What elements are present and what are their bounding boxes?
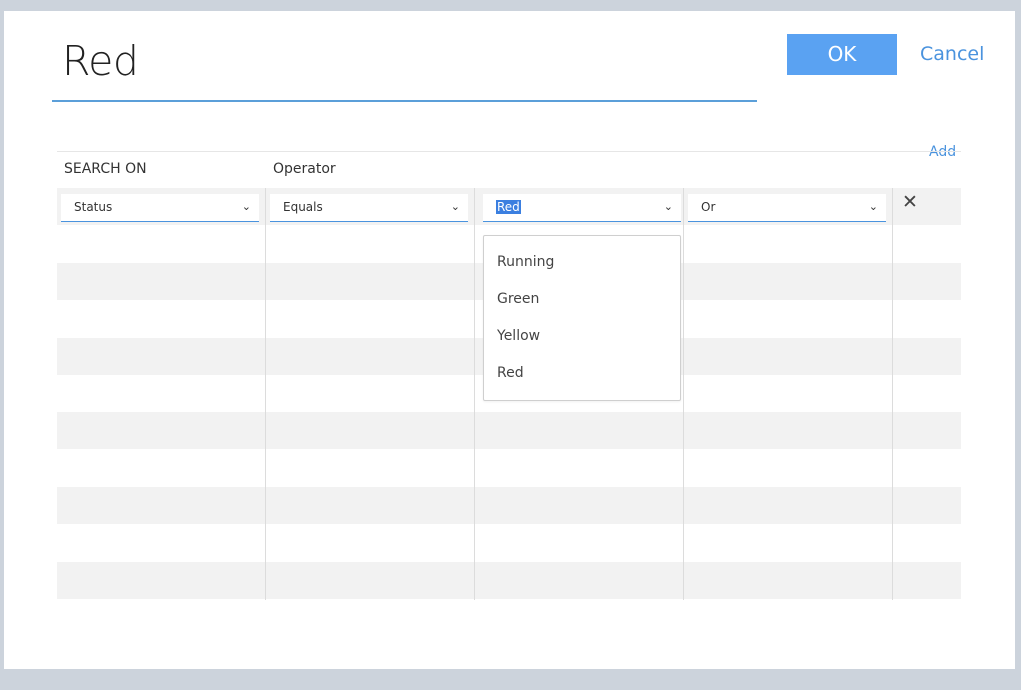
add-condition-link[interactable]: Add xyxy=(929,144,956,160)
column-header-search-on: SEARCH ON xyxy=(64,161,147,177)
header-divider xyxy=(57,151,961,152)
value-select-value[interactable]: Red xyxy=(496,200,521,214)
dropdown-option-red[interactable]: Red xyxy=(497,365,524,381)
column-header-operator: Operator xyxy=(273,161,336,177)
chevron-down-icon: ⌄ xyxy=(450,200,460,213)
value-select[interactable]: Red ⌄ xyxy=(483,194,681,222)
operator-select[interactable]: Equals ⌄ xyxy=(270,194,468,222)
dropdown-option-running[interactable]: Running xyxy=(497,254,554,270)
chevron-down-icon: ⌄ xyxy=(868,200,878,213)
condition-grid: Status ⌄ Equals ⌄ Red ⌄ Or ⌄ ✕ Running G… xyxy=(57,188,961,600)
column-divider xyxy=(892,188,893,600)
field-select[interactable]: Status ⌄ xyxy=(61,194,259,222)
close-icon[interactable]: ✕ xyxy=(902,191,918,213)
grid-row-stripe xyxy=(57,562,961,599)
column-divider xyxy=(265,188,266,600)
dialog-title[interactable]: Red xyxy=(62,37,139,85)
title-field[interactable]: Red xyxy=(52,33,757,102)
grid-row-stripe xyxy=(57,487,961,524)
value-dropdown-menu: Running Green Yellow Red xyxy=(483,235,681,401)
dropdown-option-green[interactable]: Green xyxy=(497,291,539,307)
grid-row-stripe xyxy=(57,412,961,449)
conjunction-select[interactable]: Or ⌄ xyxy=(688,194,886,222)
ok-button[interactable]: OK xyxy=(787,34,897,75)
conjunction-select-value: Or xyxy=(701,200,716,214)
column-divider xyxy=(683,188,684,600)
operator-select-value: Equals xyxy=(283,200,323,214)
field-select-value: Status xyxy=(74,200,113,214)
chevron-down-icon: ⌄ xyxy=(241,200,251,213)
chevron-down-icon: ⌄ xyxy=(663,200,673,213)
column-divider xyxy=(474,188,475,600)
dropdown-option-yellow[interactable]: Yellow xyxy=(497,328,540,344)
cancel-button[interactable]: Cancel xyxy=(920,43,984,65)
filter-dialog: Red OK Cancel Add SEARCH ON Operator Sta… xyxy=(4,11,1015,669)
